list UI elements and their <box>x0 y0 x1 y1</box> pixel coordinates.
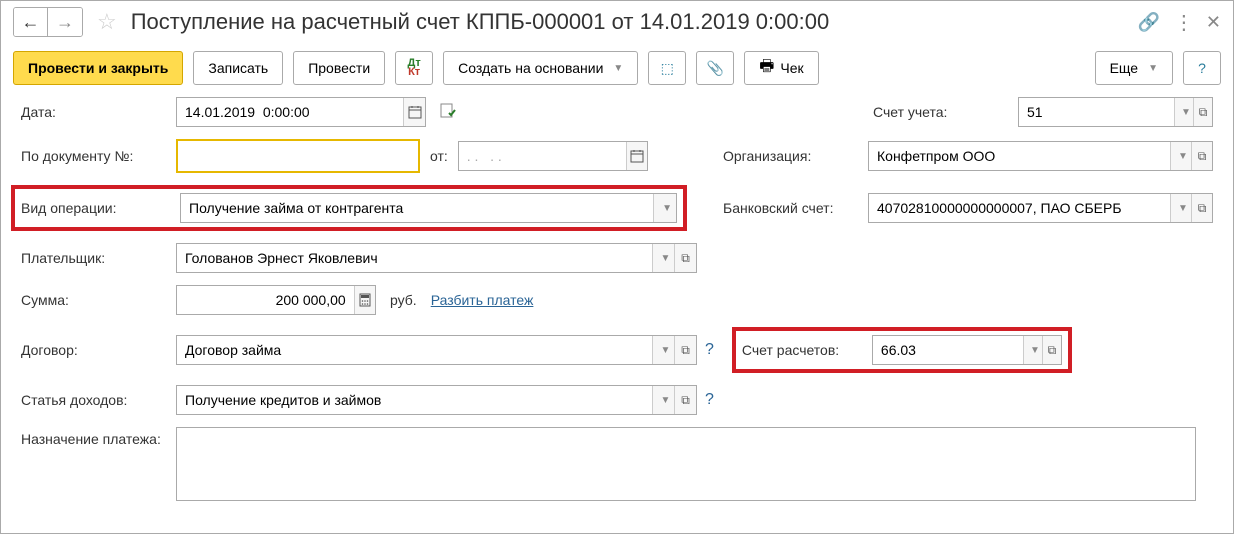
calendar-button[interactable] <box>626 142 647 170</box>
split-payment-link[interactable]: Разбить платеж <box>431 292 534 308</box>
menu-dots-icon[interactable]: ⋮ <box>1174 10 1192 35</box>
op-type-input[interactable] <box>181 194 653 222</box>
chevron-down-icon: ▼ <box>613 63 623 74</box>
post-button[interactable]: Провести <box>293 51 385 85</box>
dtkt-button[interactable]: ДтКт <box>395 51 433 85</box>
from-label: от: <box>430 148 448 164</box>
cheque-button[interactable]: 🖶Чек <box>744 51 818 85</box>
purpose-textarea[interactable] <box>176 427 1196 501</box>
window-title: Поступление на расчетный счет КППБ-00000… <box>131 9 1130 35</box>
op-type-field[interactable]: ▼ <box>180 193 677 223</box>
by-doc-label: По документу №: <box>21 148 176 164</box>
contract-input[interactable] <box>177 336 652 364</box>
org-field[interactable]: ▼ ⧉ <box>868 141 1213 171</box>
contract-label: Договор: <box>21 342 176 358</box>
expand-button[interactable]: ⧉ <box>674 336 696 364</box>
dropdown-button[interactable]: ▼ <box>1023 336 1042 364</box>
help-button[interactable]: ? <box>1183 51 1221 85</box>
calendar-button[interactable] <box>403 98 425 126</box>
op-type-label: Вид операции: <box>21 200 180 216</box>
op-type-highlight: Вид операции: ▼ <box>11 185 687 231</box>
structure-icon: ⬚ <box>661 60 674 77</box>
payer-label: Плательщик: <box>21 250 176 266</box>
doc-date-input[interactable] <box>459 142 626 170</box>
settle-acc-field[interactable]: ▼ ⧉ <box>872 335 1062 365</box>
close-button[interactable]: ✕ <box>1206 12 1221 33</box>
expand-button[interactable]: ⧉ <box>1191 194 1212 222</box>
payer-input[interactable] <box>177 244 652 272</box>
bank-acc-label: Банковский счет: <box>723 200 868 216</box>
dropdown-button[interactable]: ▼ <box>1170 142 1191 170</box>
post-close-button[interactable]: Провести и закрыть <box>13 51 183 85</box>
dropdown-button[interactable]: ▼ <box>1174 98 1193 126</box>
org-input[interactable] <box>869 142 1170 170</box>
paperclip-icon: 📎 <box>707 60 724 77</box>
settle-acc-input[interactable] <box>873 336 1023 364</box>
date-field[interactable] <box>176 97 426 127</box>
dropdown-button[interactable]: ▼ <box>652 386 674 414</box>
doc-number-input[interactable] <box>178 141 418 171</box>
help-icon: ? <box>1198 60 1206 76</box>
chevron-down-icon: ▼ <box>1148 63 1158 74</box>
doc-status-icon <box>440 103 458 122</box>
doc-date-field[interactable] <box>458 141 648 171</box>
expand-button[interactable]: ⧉ <box>1191 142 1212 170</box>
document-window: ← → ☆ Поступление на расчетный счет КППБ… <box>0 0 1234 534</box>
create-based-button[interactable]: Создать на основании▼ <box>443 51 638 85</box>
dropdown-button[interactable]: ▼ <box>653 194 676 222</box>
date-input[interactable] <box>177 98 403 126</box>
doc-number-field[interactable] <box>176 139 420 173</box>
income-item-help-icon[interactable]: ? <box>705 391 714 409</box>
titlebar: ← → ☆ Поступление на расчетный счет КППБ… <box>1 1 1233 43</box>
dropdown-button[interactable]: ▼ <box>652 244 674 272</box>
dropdown-button[interactable]: ▼ <box>652 336 674 364</box>
account-label: Счет учета: <box>873 104 1018 120</box>
income-item-field[interactable]: ▼ ⧉ <box>176 385 697 415</box>
nav-back-button[interactable]: ← <box>14 8 48 36</box>
expand-button[interactable]: ⧉ <box>674 386 696 414</box>
payer-field[interactable]: ▼ ⧉ <box>176 243 697 273</box>
form-body: Дата: Счет учета: ▼ ⧉ По докумен <box>1 97 1233 533</box>
nav-forward-button[interactable]: → <box>48 8 82 36</box>
contract-help-icon[interactable]: ? <box>705 341 714 359</box>
structure-button[interactable]: ⬚ <box>648 51 686 85</box>
settle-acc-label: Счет расчетов: <box>742 342 872 358</box>
contract-field[interactable]: ▼ ⧉ <box>176 335 697 365</box>
expand-button[interactable]: ⧉ <box>1042 336 1061 364</box>
sum-input[interactable] <box>177 286 354 314</box>
expand-button[interactable]: ⧉ <box>1193 98 1212 126</box>
link-icon[interactable]: 🔗 <box>1137 12 1159 33</box>
sum-field[interactable] <box>176 285 376 315</box>
toolbar: Провести и закрыть Записать Провести ДтК… <box>1 43 1233 97</box>
bank-acc-input[interactable] <box>869 194 1170 222</box>
attach-button[interactable]: 📎 <box>696 51 734 85</box>
account-field[interactable]: ▼ ⧉ <box>1018 97 1213 127</box>
calculator-button[interactable] <box>354 286 375 314</box>
nav-buttons: ← → <box>13 7 83 37</box>
account-input[interactable] <box>1019 98 1174 126</box>
purpose-label: Назначение платежа: <box>21 427 176 447</box>
settle-acc-highlight: Счет расчетов: ▼ ⧉ <box>732 327 1072 373</box>
dropdown-button[interactable]: ▼ <box>1170 194 1191 222</box>
currency-label: руб. <box>390 292 417 308</box>
printer-icon: 🖶 <box>759 55 774 82</box>
income-item-input[interactable] <box>177 386 652 414</box>
expand-button[interactable]: ⧉ <box>674 244 696 272</box>
save-button[interactable]: Записать <box>193 51 283 85</box>
dtkt-icon: ДтКт <box>408 59 421 77</box>
more-button[interactable]: Еще▼ <box>1095 51 1173 85</box>
favorite-icon[interactable]: ☆ <box>97 9 117 35</box>
bank-acc-field[interactable]: ▼ ⧉ <box>868 193 1213 223</box>
income-item-label: Статья доходов: <box>21 392 176 408</box>
date-label: Дата: <box>21 104 176 120</box>
org-label: Организация: <box>723 148 868 164</box>
sum-label: Сумма: <box>21 292 176 308</box>
